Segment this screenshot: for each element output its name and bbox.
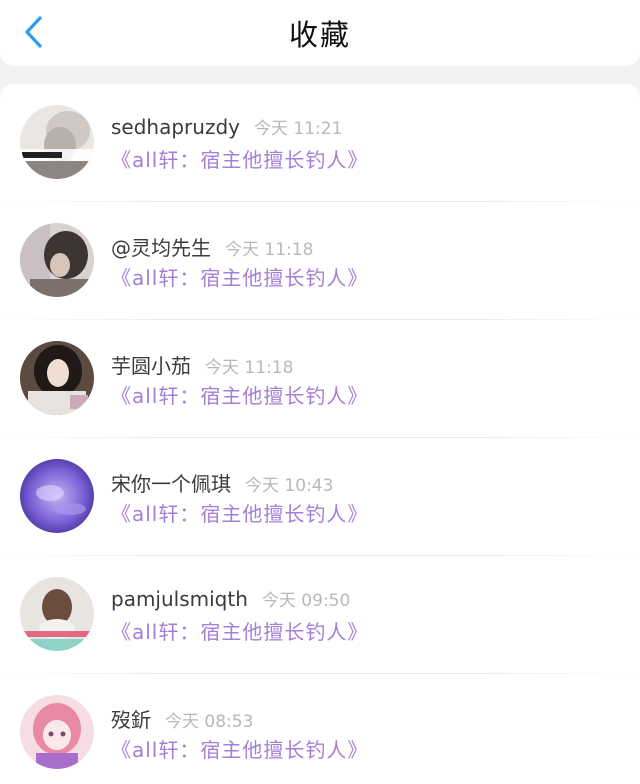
username[interactable]: sedhapruzdy [111, 115, 240, 139]
list-item[interactable]: 芋圆小茄 今天 11:18 《all轩：宿主他擅长钓人》 [0, 320, 640, 438]
work-title-link[interactable]: 《all轩：宿主他擅长钓人》 [111, 498, 368, 527]
top-bar: 收藏 [0, 0, 640, 66]
avatar[interactable] [20, 341, 94, 415]
timestamp: 今天 09:50 [261, 591, 351, 611]
item-header: @灵均先生 今天 11:18 [111, 232, 313, 261]
timestamp: 今天 11:18 [225, 240, 314, 260]
timestamp: 今天 11:18 [205, 358, 294, 378]
avatar[interactable] [20, 223, 94, 297]
list-item[interactable]: 宋你一个佩琪 今天 10:43 《all轩：宿主他擅长钓人》 [0, 438, 640, 556]
username[interactable]: 歿釿 [111, 708, 151, 732]
item-header: 歿釿 今天 08:53 [111, 704, 253, 733]
username[interactable]: pamjulsmiqth [111, 587, 248, 611]
item-header: pamjulsmiqth 今天 09:50 [111, 586, 350, 611]
work-title-link[interactable]: 《all轩：宿主他擅长钓人》 [111, 734, 368, 763]
page-title: 收藏 [288, 18, 351, 52]
timestamp: 今天 10:43 [245, 476, 334, 496]
timestamp: 今天 08:53 [165, 712, 254, 732]
username[interactable]: 芋圆小茄 [111, 354, 191, 378]
timestamp: 今天 11:21 [253, 119, 343, 139]
item-header: 宋你一个佩琪 今天 10:43 [111, 468, 333, 497]
list-item[interactable]: sedhapruzdy 今天 11:21 《all轩：宿主他擅长钓人》 [0, 84, 640, 202]
work-title-link[interactable]: 《all轩：宿主他擅长钓人》 [111, 144, 368, 173]
work-title-link[interactable]: 《all轩：宿主他擅长钓人》 [111, 380, 368, 409]
list-item[interactable]: @灵均先生 今天 11:18 《all轩：宿主他擅长钓人》 [0, 202, 640, 320]
list-item[interactable]: 歿釿 今天 08:53 《all轩：宿主他擅长钓人》 [0, 674, 640, 784]
favorites-list: sedhapruzdy 今天 11:21 《all轩：宿主他擅长钓人》 @灵均先生… [0, 84, 640, 784]
item-header: 芋圆小茄 今天 11:18 [111, 350, 293, 379]
work-title-link[interactable]: 《all轩：宿主他擅长钓人》 [111, 616, 368, 645]
avatar[interactable] [20, 695, 94, 769]
avatar[interactable] [20, 105, 94, 179]
username[interactable]: @灵均先生 [111, 236, 211, 260]
username[interactable]: 宋你一个佩琪 [111, 472, 231, 496]
item-header: sedhapruzdy 今天 11:21 [111, 114, 342, 139]
avatar[interactable] [20, 577, 94, 651]
list-item[interactable]: pamjulsmiqth 今天 09:50 《all轩：宿主他擅长钓人》 [0, 556, 640, 674]
avatar[interactable] [20, 459, 94, 533]
work-title-link[interactable]: 《all轩：宿主他擅长钓人》 [111, 262, 368, 291]
